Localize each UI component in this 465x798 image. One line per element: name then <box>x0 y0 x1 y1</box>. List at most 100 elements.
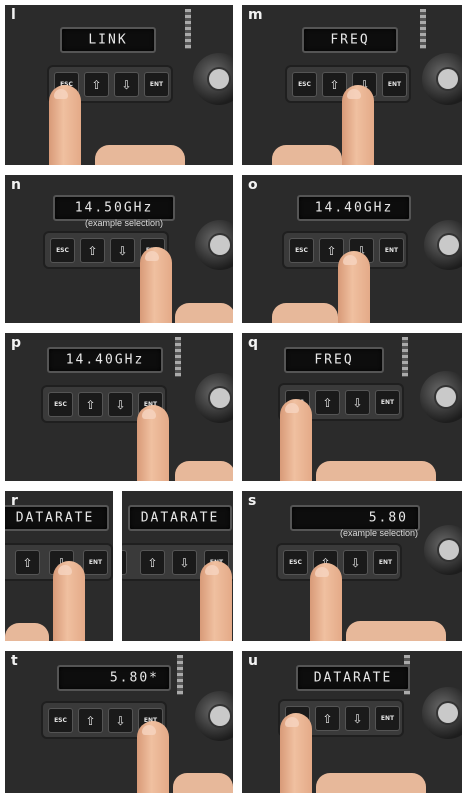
down-button[interactable]: ⇩ <box>110 238 135 263</box>
arrow-down-icon: ⇩ <box>350 555 361 570</box>
arrow-down-icon: ⇩ <box>121 77 132 92</box>
lcd-text: FREQ <box>330 32 370 48</box>
knuckles <box>175 303 233 323</box>
down-button[interactable]: ⇩ <box>108 392 133 417</box>
lcd-display: DATARATE <box>128 505 232 531</box>
ent-button[interactable]: ENT <box>375 706 400 731</box>
finger <box>137 405 169 481</box>
knuckles <box>272 145 342 165</box>
knuckles <box>5 623 49 641</box>
knuckles <box>346 621 446 641</box>
finger <box>342 85 374 165</box>
chain <box>175 337 181 377</box>
connector-knob <box>195 691 233 741</box>
arrow-up-icon: ⇧ <box>329 77 340 92</box>
lcd-display: DATARATE <box>5 505 109 531</box>
connector-knob <box>424 525 462 575</box>
ent-button[interactable]: ENT <box>379 238 404 263</box>
chain <box>185 9 191 49</box>
lcd-display: LINK <box>60 27 156 53</box>
panel-t: t 5.80* ESC ⇧ ⇩ ENT <box>5 651 233 793</box>
panel-letter: t <box>11 653 18 669</box>
chain <box>177 655 183 695</box>
down-button[interactable]: ⇩ <box>114 72 139 97</box>
finger <box>137 721 169 793</box>
knuckles <box>272 303 338 323</box>
finger <box>53 561 85 641</box>
arrow-up-icon: ⇧ <box>85 713 96 728</box>
arrow-down-icon: ⇩ <box>115 397 126 412</box>
esc-button[interactable]: ESC <box>48 708 73 733</box>
panel-letter: o <box>248 177 258 193</box>
down-button[interactable]: ⇩ <box>108 708 133 733</box>
up-button[interactable]: ⇧ <box>78 708 103 733</box>
panel-n: n 14.50GHz (example selection) ESC ⇧ ⇩ E… <box>5 175 233 323</box>
esc-button[interactable]: ESC <box>292 72 317 97</box>
finger <box>140 247 172 323</box>
panel-s: s 5.80 (example selection) ESC ⇧ ⇩ ENT <box>242 491 462 641</box>
finger <box>280 713 312 793</box>
ent-button[interactable]: ENT <box>375 390 400 415</box>
ent-button[interactable]: ENT <box>382 72 407 97</box>
ent-button[interactable]: ENT <box>83 550 108 575</box>
up-button[interactable]: ⇧ <box>78 392 103 417</box>
up-button[interactable]: ⇧ <box>140 550 165 575</box>
panel-l: l LINK ESC ⇧ ⇩ ENT <box>5 5 233 165</box>
lcd-text: 14.40GHz <box>314 200 394 216</box>
panel-r-second: DATARATE ESC ⇧ ⇩ ENT <box>122 491 233 641</box>
ent-button[interactable]: ENT <box>373 550 398 575</box>
arrow-up-icon: ⇧ <box>87 243 98 258</box>
connector-knob <box>195 220 233 270</box>
lcd-text: 14.40GHz <box>65 352 145 368</box>
esc-button[interactable]: ESC <box>289 238 314 263</box>
knuckles <box>95 145 185 165</box>
knuckles <box>175 461 233 481</box>
up-button[interactable]: ⇧ <box>15 550 40 575</box>
down-button[interactable]: ⇩ <box>343 550 368 575</box>
lcd-display: 14.40GHz <box>47 347 163 373</box>
connector-knob <box>420 371 462 423</box>
arrow-up-icon: ⇧ <box>147 555 158 570</box>
arrow-down-icon: ⇩ <box>179 555 190 570</box>
down-button[interactable]: ⇩ <box>172 550 197 575</box>
knuckles <box>316 461 436 481</box>
finger <box>310 563 342 641</box>
down-button[interactable]: ⇩ <box>345 706 370 731</box>
up-button[interactable]: ⇧ <box>315 706 340 731</box>
panel-o: o 14.40GHz ESC ⇧ ⇩ ENT <box>242 175 462 323</box>
panel-letter: q <box>248 335 259 351</box>
down-button[interactable]: ⇩ <box>345 390 370 415</box>
connector-knob <box>195 373 233 423</box>
ent-button[interactable]: ENT <box>144 72 169 97</box>
lcd-display: DATARATE <box>296 665 410 691</box>
panel-u: u DATARATE ESC ⇧ ⇩ ENT <box>242 651 462 793</box>
up-button[interactable]: ⇧ <box>80 238 105 263</box>
finger <box>49 85 81 165</box>
lcd-text: 5.80* <box>109 670 159 686</box>
panel-letter: l <box>11 7 16 23</box>
connector-knob <box>424 220 462 270</box>
panel-letter: r <box>11 493 18 509</box>
esc-button[interactable]: ESC <box>50 238 75 263</box>
lcd-display: 5.80* <box>57 665 171 691</box>
panel-p: p 14.40GHz ESC ⇧ ⇩ ENT <box>5 333 233 481</box>
connector-knob <box>422 687 462 739</box>
up-button[interactable]: ⇧ <box>315 390 340 415</box>
example-note: (example selection) <box>85 218 164 228</box>
lcd-text: DATARATE <box>313 670 393 686</box>
lcd-text: FREQ <box>314 352 354 368</box>
finger <box>200 561 232 641</box>
knuckles <box>173 773 233 793</box>
knuckles <box>316 773 426 793</box>
panel-letter: s <box>248 493 257 509</box>
esc-button[interactable]: ESC <box>122 550 127 575</box>
connector-knob <box>193 53 233 105</box>
lcd-display: 14.40GHz <box>297 195 411 221</box>
arrow-down-icon: ⇩ <box>352 711 363 726</box>
example-note: (example selection) <box>340 528 419 538</box>
esc-button[interactable]: ESC <box>283 550 308 575</box>
panel-letter: m <box>248 7 263 23</box>
esc-button[interactable]: ESC <box>48 392 73 417</box>
panel-q: q FREQ ESC ⇧ ⇩ ENT <box>242 333 462 481</box>
up-button[interactable]: ⇧ <box>84 72 109 97</box>
